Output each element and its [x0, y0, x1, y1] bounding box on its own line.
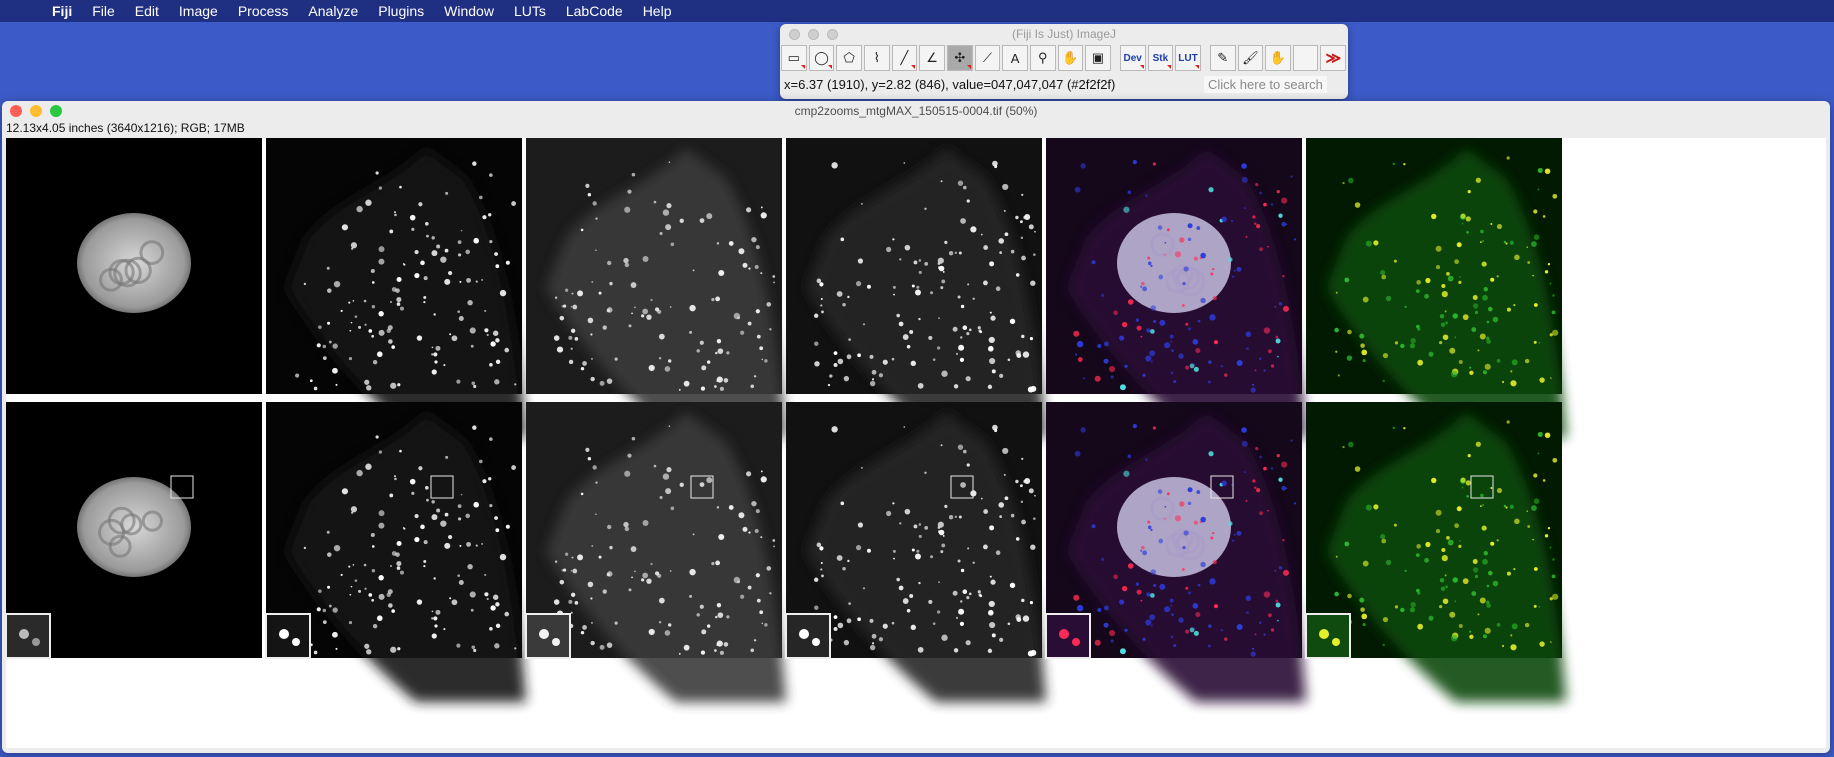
- tool-buttons: ▭ ◯ ⬠ ⌇ ╱ ∠ ✣ ⟋ A ⚲ ✋ ▣ Dev Stk LUT ✎ 🖌 ✋ ≫: [781, 44, 1348, 72]
- menu-analyze[interactable]: Analyze: [308, 3, 358, 19]
- empty-slot[interactable]: [1292, 45, 1319, 71]
- menu-plugins[interactable]: Plugins: [378, 3, 424, 19]
- hand-tool-icon: ✋: [1062, 50, 1079, 65]
- status-text: x=6.37 (1910), y=2.82 (846), value=047,0…: [784, 76, 1116, 92]
- brush-tool-icon: 🖌: [1242, 50, 1259, 65]
- panel-r1-c1: [6, 138, 262, 394]
- freehand-tool[interactable]: ⌇: [863, 45, 890, 71]
- image-titlebar[interactable]: cmp2zooms_mtgMAX_150515-0004.tif (50%): [2, 101, 1830, 121]
- panel-r2-c2: [265, 402, 526, 702]
- menu-labcode[interactable]: LabCode: [566, 3, 623, 19]
- magnifier-tool[interactable]: ⚲: [1029, 45, 1056, 71]
- menu-bar: Fiji File Edit Image Process Analyze Plu…: [0, 0, 1834, 22]
- image-info: 12.13x4.05 inches (3640x1216); RGB; 17MB: [6, 121, 245, 135]
- wand-tool[interactable]: ⟋: [974, 45, 1001, 71]
- menu-window[interactable]: Window: [444, 3, 494, 19]
- pencil-tool[interactable]: ✎: [1209, 45, 1236, 71]
- dropdown-indicator-icon: [800, 65, 805, 69]
- dropdown-indicator-icon: [828, 65, 833, 69]
- panel-r1-c6: [1306, 138, 1566, 438]
- panel-r2-c5: [1045, 402, 1306, 702]
- oval-tool-icon: ◯: [814, 50, 829, 65]
- menu-fiji[interactable]: Fiji: [52, 3, 72, 19]
- dev-tool-icon: Dev: [1123, 52, 1142, 64]
- angle-tool[interactable]: ∠: [919, 45, 945, 71]
- dev-tool[interactable]: Dev: [1119, 45, 1146, 71]
- color-picker-tool[interactable]: ▣: [1085, 45, 1111, 71]
- dropdown-indicator-icon: [1139, 65, 1144, 69]
- panel-r1-c2: [266, 138, 526, 438]
- polygon-tool[interactable]: ⬠: [836, 45, 862, 71]
- panel-r1-c4: [786, 138, 1046, 438]
- menu-help[interactable]: Help: [643, 3, 672, 19]
- point-tool-icon: ✣: [954, 50, 966, 65]
- angle-tool-icon: ∠: [926, 50, 938, 65]
- dropdown-indicator-icon: [1194, 65, 1199, 69]
- point-tool[interactable]: ✣: [946, 45, 973, 71]
- panel-r1-c3: [526, 138, 786, 438]
- status-bar: x=6.37 (1910), y=2.82 (846), value=047,0…: [780, 72, 1348, 96]
- text-tool-icon: A: [1010, 50, 1020, 66]
- magnifier-tool-icon: ⚲: [1037, 50, 1048, 65]
- menu-luts[interactable]: LUTs: [514, 3, 546, 19]
- freehand-tool-icon: ⌇: [873, 50, 880, 65]
- color-picker-tool-icon: ▣: [1091, 50, 1105, 65]
- dropdown-indicator-icon: [911, 65, 916, 69]
- image-window: cmp2zooms_mtgMAX_150515-0004.tif (50%) 1…: [2, 101, 1830, 753]
- search-field[interactable]: Click here to search: [1204, 75, 1327, 93]
- flood-fill-tool-icon: ✋: [1269, 50, 1287, 65]
- flood-fill-tool[interactable]: ✋: [1265, 45, 1291, 71]
- brush-tool[interactable]: 🖌: [1237, 45, 1264, 71]
- lut-tool-icon: LUT: [1178, 52, 1198, 64]
- text-tool[interactable]: A: [1002, 45, 1028, 71]
- hand-tool[interactable]: ✋: [1057, 45, 1084, 71]
- image-title: cmp2zooms_mtgMAX_150515-0004.tif (50%): [794, 104, 1038, 118]
- panel-r2-c6: [1305, 402, 1566, 702]
- menu-process[interactable]: Process: [238, 3, 289, 19]
- pencil-tool-icon: ✎: [1217, 50, 1229, 65]
- menu-file[interactable]: File: [92, 3, 115, 19]
- toolbar-title: (Fiji Is Just) ImageJ: [1011, 27, 1116, 41]
- more-tools-icon: ≫: [1325, 50, 1342, 67]
- line-tool[interactable]: ╱: [891, 45, 918, 71]
- menu-edit[interactable]: Edit: [135, 3, 159, 19]
- dropdown-indicator-icon: [1167, 65, 1172, 69]
- microscopy-montage: [5, 138, 1566, 702]
- stk-tool[interactable]: Stk: [1147, 45, 1174, 71]
- lut-tool[interactable]: LUT: [1175, 45, 1201, 71]
- image-canvas[interactable]: [5, 138, 1826, 748]
- panel-r2-c4: [785, 402, 1046, 702]
- panel-r2-c3: [525, 402, 786, 702]
- dropdown-indicator-icon: [966, 65, 971, 69]
- more-tools[interactable]: ≫: [1320, 45, 1347, 71]
- menu-image[interactable]: Image: [179, 3, 218, 19]
- panel-r1-c5: [1046, 138, 1306, 438]
- stk-tool-icon: Stk: [1152, 52, 1169, 64]
- rectangle-tool[interactable]: ▭: [781, 45, 807, 71]
- panel-r2-c1: [5, 402, 262, 659]
- wand-tool-icon: ⟋: [982, 50, 992, 65]
- oval-tool[interactable]: ◯: [808, 45, 835, 71]
- line-tool-icon: ╱: [900, 50, 909, 65]
- rectangle-tool-icon: ▭: [787, 50, 800, 65]
- polygon-tool-icon: ⬠: [843, 50, 855, 65]
- toolbar-titlebar[interactable]: (Fiji Is Just) ImageJ: [780, 24, 1348, 44]
- imagej-toolbar-window: (Fiji Is Just) ImageJ ▭ ◯ ⬠ ⌇ ╱ ∠ ✣ ⟋ A ⚲ ✋ ▣ Dev Stk…: [780, 24, 1348, 99]
